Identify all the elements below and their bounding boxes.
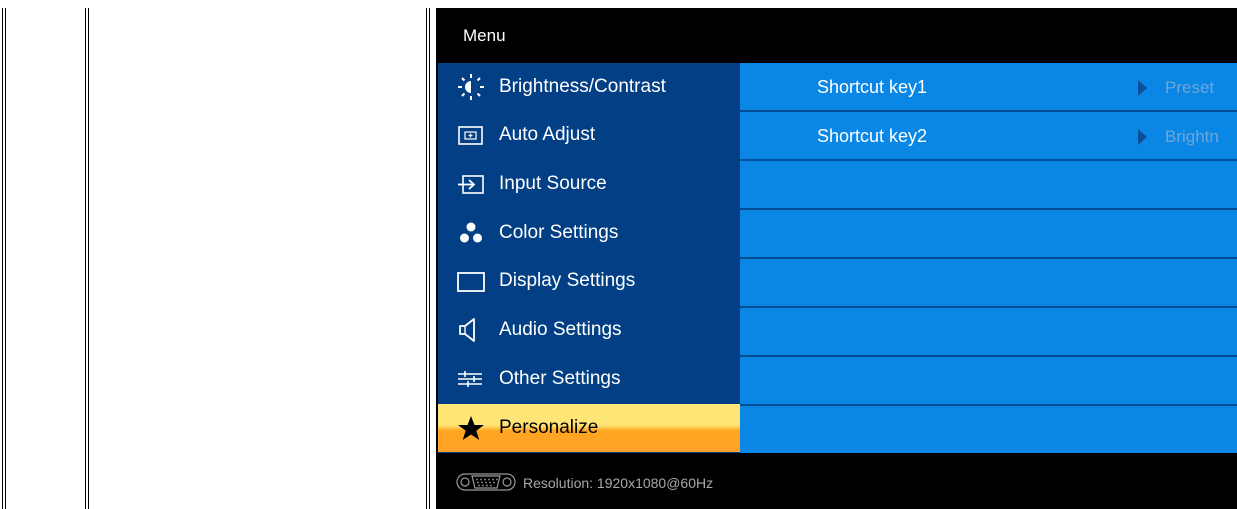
menu-item-label: Brightness/Contrast bbox=[499, 76, 666, 97]
star-icon bbox=[456, 415, 486, 441]
menu-item-brightness-contrast[interactable]: Brightness/Contrast bbox=[438, 63, 740, 111]
display-settings-icon bbox=[456, 268, 486, 294]
osd-title: Menu bbox=[463, 26, 506, 45]
osd-submenu-panel: Shortcut key1 Preset Shortcut key2 Brigh… bbox=[740, 63, 1237, 453]
vga-connector-icon bbox=[456, 473, 516, 496]
empty-row bbox=[740, 357, 1237, 406]
row-key: Shortcut key1 bbox=[817, 77, 928, 97]
menu-item-label: Auto Adjust bbox=[499, 124, 596, 145]
frame-line bbox=[429, 8, 430, 509]
empty-row bbox=[740, 406, 1237, 453]
empty-row bbox=[740, 161, 1237, 210]
frame-line bbox=[5, 8, 6, 509]
menu-item-auto-adjust[interactable]: Auto Adjust bbox=[438, 111, 740, 159]
color-settings-icon bbox=[456, 220, 486, 246]
menu-item-personalize[interactable]: Personalize bbox=[438, 404, 740, 452]
sliders-icon bbox=[456, 366, 486, 392]
row-key: Shortcut key2 bbox=[817, 126, 928, 146]
empty-row bbox=[740, 210, 1237, 259]
frame-line bbox=[88, 8, 89, 509]
speaker-icon bbox=[456, 317, 486, 343]
menu-item-color-settings[interactable]: Color Settings bbox=[438, 209, 740, 257]
osd-title-bar: Menu bbox=[436, 8, 1237, 63]
menu-item-display-settings[interactable]: Display Settings bbox=[438, 257, 740, 305]
row-value: Preset bbox=[1165, 78, 1215, 97]
menu-item-label: Personalize bbox=[499, 417, 599, 438]
resolution-readout: Resolution: 1920x1080@60Hz bbox=[523, 475, 714, 491]
menu-item-label: Other Settings bbox=[499, 368, 621, 389]
osd-window: Menu Brightness/Contrast Auto Adjust Inp… bbox=[436, 8, 1237, 509]
menu-item-audio-settings[interactable]: Audio Settings bbox=[438, 306, 740, 354]
frame-line bbox=[85, 8, 86, 509]
play-arrow-icon bbox=[1138, 80, 1147, 96]
shortcut-key1-row[interactable]: Shortcut key1 Preset bbox=[740, 63, 1237, 112]
row-value: Brightn bbox=[1165, 127, 1219, 146]
menu-item-input-source[interactable]: Input Source bbox=[438, 160, 740, 208]
shortcut-key2-row[interactable]: Shortcut key2 Brightn bbox=[740, 112, 1237, 161]
input-source-icon bbox=[456, 171, 486, 197]
menu-item-label: Color Settings bbox=[499, 222, 619, 243]
play-arrow-icon bbox=[1138, 129, 1147, 145]
brightness-icon bbox=[456, 74, 486, 100]
frame-line bbox=[2, 8, 3, 509]
auto-adjust-icon bbox=[456, 122, 486, 148]
menu-item-label: Audio Settings bbox=[499, 319, 622, 340]
empty-row bbox=[740, 259, 1237, 308]
osd-footer: Resolution: 1920x1080@60Hz bbox=[436, 453, 1237, 509]
osd-main-menu: Brightness/Contrast Auto Adjust Input So… bbox=[438, 63, 740, 453]
menu-item-label: Input Source bbox=[499, 173, 607, 194]
frame-line bbox=[426, 8, 427, 509]
menu-item-other-settings[interactable]: Other Settings bbox=[438, 355, 740, 403]
empty-row bbox=[740, 308, 1237, 357]
menu-item-label: Display Settings bbox=[499, 270, 636, 291]
